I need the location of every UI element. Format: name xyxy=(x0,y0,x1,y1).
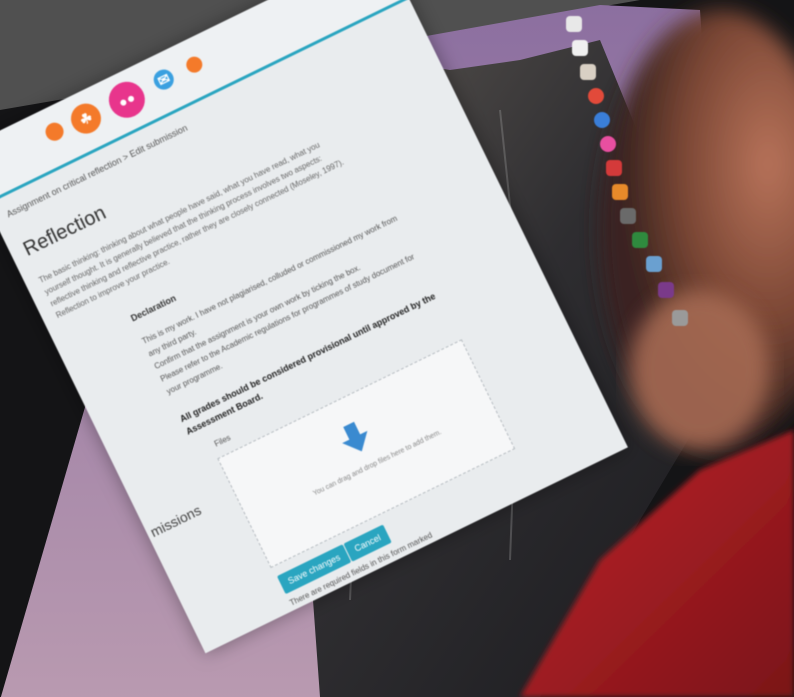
dock-finder-icon xyxy=(566,16,582,32)
group-logo-icon[interactable]: ●● xyxy=(102,75,151,124)
dock-chrome-icon xyxy=(588,88,604,104)
dock-photos-icon xyxy=(580,64,596,80)
user-icon[interactable] xyxy=(183,53,205,76)
dock-app-icon xyxy=(612,184,628,200)
declaration-title: Declaration xyxy=(129,292,178,324)
dock-excel-icon xyxy=(632,232,648,248)
download-arrow-icon xyxy=(342,421,368,452)
files-label: Files xyxy=(212,433,233,449)
dock-trash-icon xyxy=(672,310,688,326)
message-icon[interactable]: ✉ xyxy=(150,66,178,93)
paw-logo-icon[interactable]: ☘ xyxy=(65,98,107,139)
dock-calendar-icon xyxy=(572,40,588,56)
dock-mail-icon xyxy=(606,160,622,176)
dock-app-icon xyxy=(646,256,662,272)
notification-icon[interactable] xyxy=(42,119,67,144)
dock-itunes-icon xyxy=(600,136,616,152)
dock-app-icon xyxy=(658,282,674,298)
dock-safari-icon xyxy=(594,112,610,128)
dock-app-icon xyxy=(620,208,636,224)
person-hand xyxy=(630,290,770,450)
submissions-label: missions xyxy=(147,501,204,541)
photo-scene: ☘ ●● ✉ Assignment on critical reflection… xyxy=(0,0,794,697)
dropzone-hint: You can drag and drop files here to add … xyxy=(312,428,443,498)
